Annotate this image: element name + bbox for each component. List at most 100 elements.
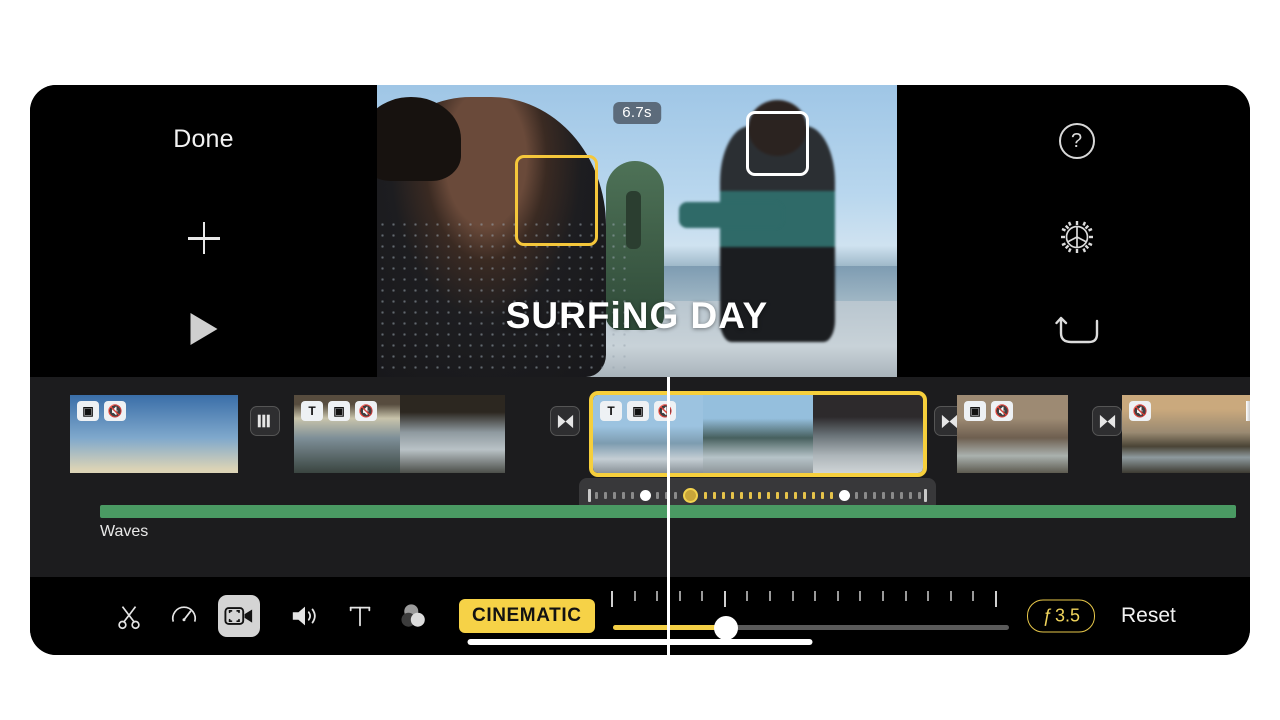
clip-badges: ▣ 🔇 bbox=[964, 401, 1013, 421]
play-icon[interactable] bbox=[190, 313, 217, 345]
list-item[interactable]: T ▣ 🔇 bbox=[589, 391, 927, 477]
text-t-icon bbox=[349, 606, 371, 627]
mute-icon: 🔇 bbox=[355, 401, 377, 421]
mute-icon: 🔇 bbox=[1129, 401, 1151, 421]
ruler-tick bbox=[836, 591, 839, 601]
keyframe-tick bbox=[655, 491, 659, 499]
clip-badges: T ▣ 🔇 bbox=[301, 401, 377, 421]
cinematic-camera-icon bbox=[224, 607, 253, 625]
keyframe-tick bbox=[730, 491, 734, 499]
keyframe-tick bbox=[748, 491, 752, 499]
mute-icon: 🔇 bbox=[654, 401, 676, 421]
duration-badge: 6.7s bbox=[613, 102, 661, 124]
video-preview[interactable]: 6.7s SURFiNG DAY bbox=[377, 85, 897, 377]
timeline-panel[interactable]: ▣ 🔇 T ▣ 🔇 T ▣ 🔇 ▣ 🔇 🔇 Waves bbox=[30, 377, 1250, 577]
list-item[interactable]: T ▣ 🔇 bbox=[294, 395, 505, 473]
keyframe-dot[interactable] bbox=[639, 489, 651, 501]
fade-out-icon[interactable] bbox=[1246, 401, 1250, 421]
keyframe-tick bbox=[829, 491, 833, 499]
ruler-tick bbox=[656, 591, 659, 601]
keyframe-tick bbox=[603, 491, 607, 499]
keyframe-tick bbox=[811, 491, 815, 499]
speedometer-icon bbox=[171, 606, 197, 622]
filters-tool[interactable] bbox=[394, 595, 436, 637]
ruler-tick bbox=[769, 591, 772, 601]
cinematic-icon: ▣ bbox=[964, 401, 986, 421]
question-mark-circle-icon[interactable]: ? bbox=[1058, 123, 1095, 159]
yellow-focus-box[interactable] bbox=[514, 155, 598, 246]
plus-icon[interactable] bbox=[187, 222, 220, 254]
keyframe-tick bbox=[739, 491, 743, 499]
slider-track[interactable] bbox=[613, 615, 1009, 640]
cinematic-icon: ▣ bbox=[328, 401, 350, 421]
clip-badges: T ▣ 🔇 bbox=[600, 401, 676, 421]
ruler-tick bbox=[611, 591, 613, 607]
keyframe-selected-dot[interactable] bbox=[682, 487, 698, 503]
keyframe-tick bbox=[630, 491, 634, 499]
keyframe-tick bbox=[703, 491, 707, 499]
list-item[interactable]: ▣ 🔇 bbox=[957, 395, 1068, 473]
ruler-tick bbox=[723, 591, 726, 607]
title-icon: T bbox=[600, 401, 622, 421]
keyframe-tick bbox=[612, 491, 616, 499]
ruler-tick bbox=[701, 591, 704, 601]
preview-background-person-arm bbox=[678, 201, 783, 229]
keyframe-tick bbox=[784, 491, 788, 499]
title-overlay-text[interactable]: SURFiNG DAY bbox=[377, 295, 897, 337]
thumb bbox=[813, 395, 923, 473]
keyframe-tick bbox=[594, 491, 598, 499]
speaker-icon bbox=[292, 606, 316, 626]
clip-badges: 🔇 bbox=[1129, 401, 1151, 421]
keyframe-tick bbox=[872, 491, 876, 499]
aperture-number: 3.5 bbox=[1055, 605, 1081, 626]
scissors-icon bbox=[118, 606, 140, 630]
keyframe-tick bbox=[793, 491, 797, 499]
cinematic-mode-button[interactable]: CINEMATIC bbox=[459, 599, 595, 633]
speed-tool[interactable] bbox=[163, 595, 205, 637]
depth-of-field-slider[interactable] bbox=[581, 591, 1009, 645]
keyframe-tick bbox=[924, 488, 927, 502]
editor-top-section: Done 6.7s SURFiNG DAY ? bbox=[30, 85, 1250, 377]
mute-icon: 🔇 bbox=[991, 401, 1013, 421]
white-focus-box[interactable] bbox=[746, 111, 809, 176]
ruler-tick bbox=[746, 591, 749, 601]
thumb bbox=[399, 395, 505, 473]
transition-dissolve[interactable] bbox=[550, 406, 580, 436]
aperture-symbol: ƒ bbox=[1042, 605, 1053, 626]
keyframe-tick bbox=[721, 491, 725, 499]
ruler-tick bbox=[904, 591, 907, 601]
cinematic-tool[interactable] bbox=[218, 595, 260, 637]
playhead[interactable] bbox=[667, 377, 670, 655]
keyframe-tick bbox=[588, 488, 591, 502]
volume-tool[interactable] bbox=[284, 595, 326, 637]
preview-hair bbox=[377, 96, 462, 181]
keyframe-tick bbox=[712, 491, 716, 499]
ruler-tick bbox=[994, 591, 997, 607]
title-icon: T bbox=[301, 401, 323, 421]
ruler-tick bbox=[633, 591, 636, 601]
list-item[interactable]: ▣ 🔇 bbox=[70, 395, 238, 473]
done-button[interactable]: Done bbox=[30, 125, 377, 154]
ruler-tick bbox=[949, 591, 952, 601]
keyframe-tick bbox=[621, 491, 625, 499]
transition-dissolve[interactable] bbox=[1092, 406, 1122, 436]
filters-circles-icon bbox=[401, 604, 425, 627]
keyframe-tick bbox=[881, 491, 885, 499]
imovie-editor-window: Done 6.7s SURFiNG DAY ? ▣ 🔇 T ▣ 🔇 T ▣ 🔇 … bbox=[30, 85, 1250, 655]
title-tool[interactable] bbox=[339, 595, 381, 637]
left-control-panel: Done bbox=[30, 85, 377, 377]
slider-knob[interactable] bbox=[713, 615, 738, 640]
split-tool[interactable] bbox=[108, 595, 150, 637]
aperture-value[interactable]: ƒ 3.5 bbox=[1027, 599, 1096, 633]
ruler-tick bbox=[791, 591, 794, 601]
gear-icon[interactable] bbox=[1057, 217, 1097, 257]
list-item[interactable]: 🔇 bbox=[1122, 395, 1250, 473]
keyframe-tick bbox=[775, 491, 779, 499]
keyframe-dot[interactable] bbox=[838, 489, 850, 501]
keyframe-tick bbox=[820, 491, 824, 499]
transition-slide[interactable] bbox=[250, 406, 280, 436]
undo-arrow-icon[interactable] bbox=[1054, 313, 1099, 347]
reset-button[interactable]: Reset bbox=[1121, 604, 1176, 628]
ruler-tick bbox=[678, 591, 681, 601]
ruler-tick bbox=[927, 591, 930, 601]
